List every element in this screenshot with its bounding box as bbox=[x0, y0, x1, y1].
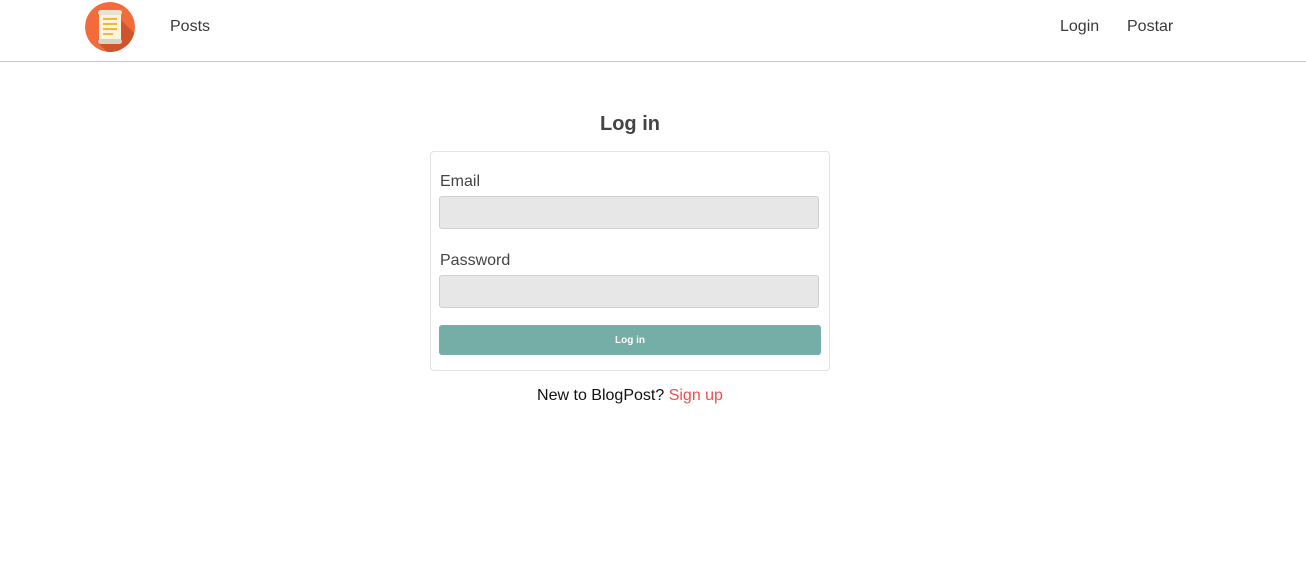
nav-postar-link[interactable]: Postar bbox=[1127, 17, 1173, 37]
login-form: Email Password Log in bbox=[430, 151, 830, 371]
password-label: Password bbox=[440, 252, 511, 269]
signup-prompt: New to BlogPost? bbox=[537, 387, 665, 404]
password-field[interactable] bbox=[439, 275, 819, 308]
page-title: Log in bbox=[600, 113, 660, 135]
scroll-logo[interactable] bbox=[85, 2, 135, 52]
navbar: Posts Login Postar bbox=[0, 0, 1306, 62]
login-button[interactable]: Log in bbox=[439, 325, 821, 355]
email-field[interactable] bbox=[439, 196, 819, 229]
signup-row: New to BlogPost? Sign up bbox=[430, 386, 830, 406]
signup-link[interactable]: Sign up bbox=[669, 387, 723, 404]
email-label: Email bbox=[440, 173, 481, 190]
nav-login-link[interactable]: Login bbox=[1060, 17, 1099, 37]
scroll-icon bbox=[85, 2, 135, 52]
nav-posts-link[interactable]: Posts bbox=[170, 17, 210, 37]
